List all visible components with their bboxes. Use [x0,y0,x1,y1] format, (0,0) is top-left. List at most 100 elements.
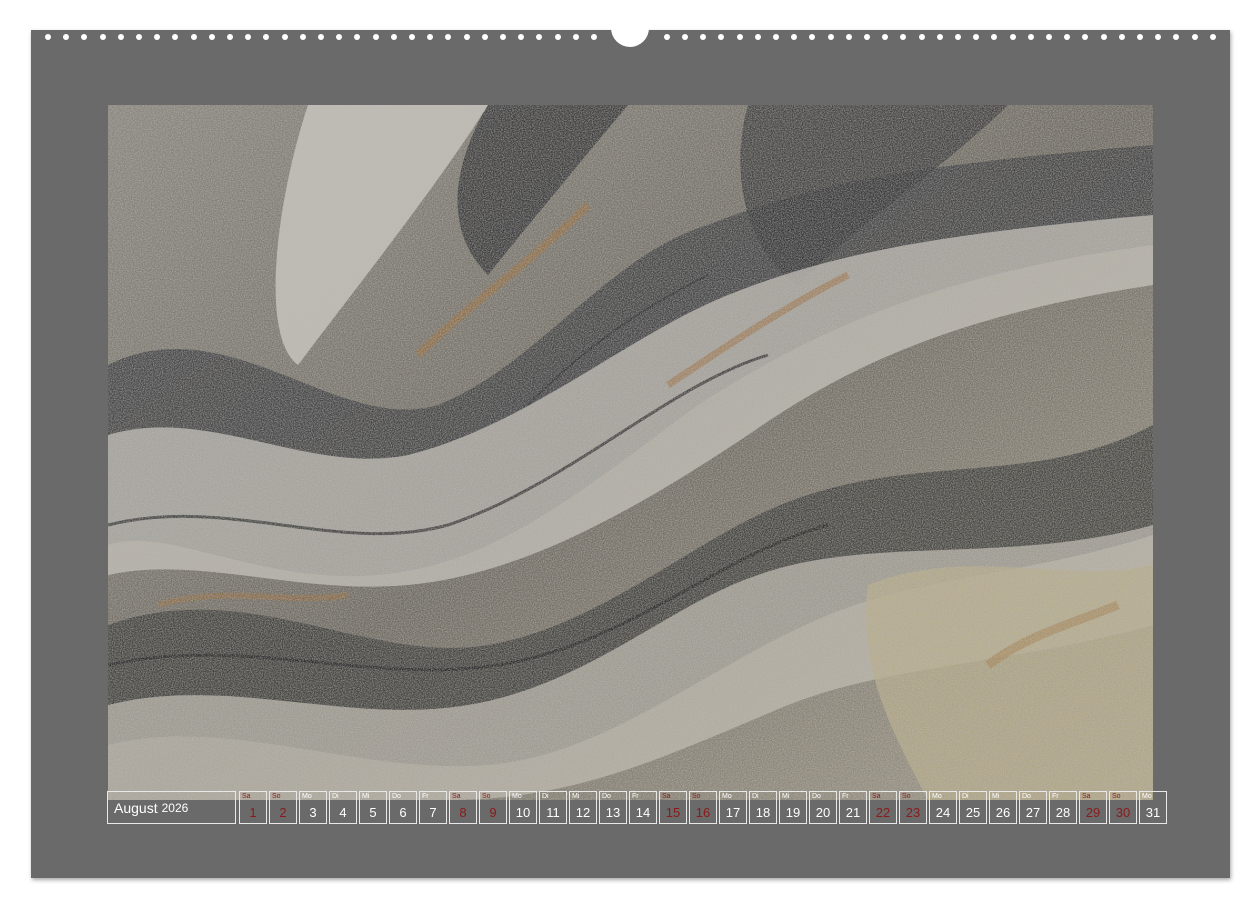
binding-hole [591,34,597,40]
weekday-label: Sa [872,793,881,800]
binding-hole [991,34,998,40]
month-name: August [114,799,158,816]
binding-hole [445,34,452,40]
day-cell: So 16 [689,791,717,824]
day-number: 9 [489,805,497,820]
weekday-label: Di [752,793,759,800]
weekday-label: So [482,793,491,800]
day-number: 24 [935,805,951,820]
year-label: 2026 [161,800,189,815]
weekday-label: Mo [932,793,942,800]
weekday-label: Mo [1142,793,1152,800]
day-cell: Di 25 [959,791,987,824]
binding-hole [827,34,834,40]
day-cell: Fr 7 [419,791,447,824]
day-number: 7 [429,805,437,820]
weekday-label: Mi [572,793,580,800]
weekday-label: Mi [992,793,1000,800]
binding-hole [136,34,142,40]
binding-hole [682,34,688,40]
day-cell: Sa 29 [1079,791,1107,824]
day-number: 21 [845,805,861,820]
binding-hole [572,34,579,40]
day-cell: Mo 3 [299,791,327,824]
weekday-label: Mo [512,793,522,800]
day-number: 25 [965,805,981,820]
day-cell: Mo 10 [509,791,537,824]
binding-hole [1100,34,1107,40]
weekday-label: So [1112,793,1121,800]
month-label: August 2026 [107,791,236,824]
day-number: 18 [755,805,771,820]
day-cell: So 23 [899,791,927,824]
day-cell: So 30 [1109,791,1137,824]
binding-hole [99,34,106,40]
binding-hole [245,34,252,40]
day-number: 30 [1115,805,1131,820]
weekday-label: Fr [632,793,639,800]
day-cell: Mo 31 [1139,791,1167,824]
binding-hole [1046,34,1052,40]
binding-hole [354,34,361,40]
day-cell: Di 4 [329,791,357,824]
day-cell: Fr 28 [1049,791,1077,824]
day-cell: Do 13 [599,791,627,824]
weekday-label: Sa [662,793,671,800]
binding-hole [809,34,816,40]
day-cell: Mi 12 [569,791,597,824]
binding-hole [299,34,306,40]
day-cell: Fr 21 [839,791,867,824]
day-cell: Mo 17 [719,791,747,824]
weekday-label: Do [1022,793,1031,800]
binding-hole [864,34,870,40]
binding-hole [117,34,124,40]
binding-hole [263,34,270,40]
binding-hole [718,34,725,40]
weekday-label: Di [332,793,339,800]
weekday-label: Fr [1052,793,1059,800]
weekday-label: Di [962,793,969,800]
binding-hole [791,34,798,40]
weekday-label: Mi [362,793,370,800]
binding-hole [208,34,215,40]
binding-hole [190,34,197,40]
day-cell: Mo 24 [929,791,957,824]
day-number: 13 [605,805,621,820]
day-number: 17 [725,805,741,820]
binding-hole [900,34,907,40]
binding-hole [318,34,324,40]
binding-hole [663,34,670,40]
day-number: 5 [369,805,377,820]
weekday-label: Sa [1082,793,1091,800]
day-number: 23 [905,805,921,820]
day-cell: So 2 [269,791,297,824]
binding-hole [227,34,233,40]
binding-hole [955,34,961,40]
weekday-label: Do [602,793,611,800]
day-number: 1 [249,805,257,820]
day-number: 26 [995,805,1011,820]
day-cell: Do 27 [1019,791,1047,824]
day-number: 6 [399,805,407,820]
weekday-label: Mi [782,793,790,800]
binding-hole [63,34,70,40]
day-number: 31 [1145,805,1161,820]
day-number: 11 [546,805,560,820]
day-number: 28 [1055,805,1071,820]
binding-hole [154,34,161,40]
day-cell: Sa 22 [869,791,897,824]
calendar-page [31,30,1230,878]
binding-hole [172,34,179,40]
binding-hole [1118,34,1125,40]
binding-hole [1137,34,1143,40]
binding-hole [1209,34,1216,40]
binding-hole [973,34,980,40]
day-cell: Di 11 [539,791,567,824]
weekday-label: So [902,793,911,800]
weekday-label: So [692,793,701,800]
day-number: 8 [459,805,467,820]
day-cell: Fr 14 [629,791,657,824]
binding-hole [554,34,561,40]
day-cell: Sa 1 [239,791,267,824]
binding-hole [773,34,779,40]
